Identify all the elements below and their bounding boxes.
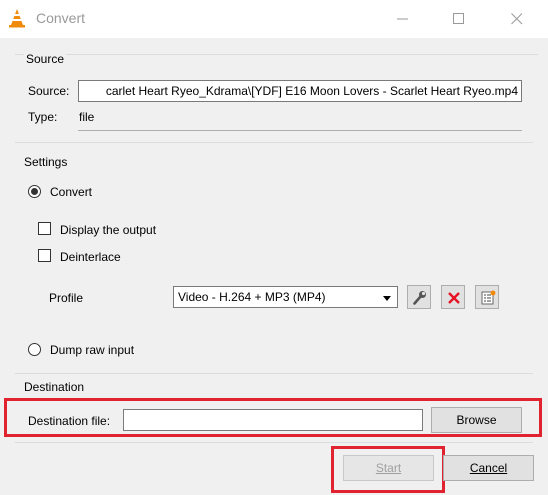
source-divider xyxy=(78,130,522,131)
profile-select[interactable]: Video - H.264 + MP3 (MP4) xyxy=(173,286,398,308)
convert-radio[interactable] xyxy=(28,185,41,198)
source-path-value: carlet Heart Ryeo_Kdrama\[YDF] E16 Moon … xyxy=(105,84,518,98)
destination-group-title: Destination xyxy=(24,380,85,394)
start-button-label: Start xyxy=(375,461,402,475)
destination-file-input[interactable] xyxy=(123,409,423,431)
destination-file-label: Destination file: xyxy=(28,414,111,428)
source-group-border xyxy=(15,54,538,55)
edit-profile-button[interactable] xyxy=(407,285,431,309)
profile-label: Profile xyxy=(49,291,84,305)
settings-separator xyxy=(15,142,533,143)
cancel-button[interactable]: Cancel xyxy=(443,455,534,481)
dump-raw-label: Dump raw input xyxy=(50,343,135,357)
close-button[interactable] xyxy=(494,0,540,38)
source-path-field[interactable]: carlet Heart Ryeo_Kdrama\[YDF] E16 Moon … xyxy=(78,80,522,102)
deinterlace-checkbox[interactable] xyxy=(38,249,51,262)
type-label: Type: xyxy=(28,110,58,124)
actions-separator xyxy=(15,442,533,443)
destination-separator xyxy=(15,373,533,374)
deinterlace-label: Deinterlace xyxy=(60,250,121,264)
maximize-button[interactable] xyxy=(436,0,482,38)
title-bar: Convert xyxy=(0,0,548,38)
cancel-button-label: Cancel xyxy=(469,461,508,475)
dump-raw-radio[interactable] xyxy=(28,343,41,356)
type-value: file xyxy=(79,110,95,124)
source-label: Source: xyxy=(28,84,70,98)
chevron-down-icon xyxy=(383,292,392,306)
minimize-button[interactable] xyxy=(380,0,426,38)
window-title: Convert xyxy=(36,10,86,26)
delete-profile-button[interactable] xyxy=(441,285,465,309)
profile-selected-value: Video - H.264 + MP3 (MP4) xyxy=(178,290,326,304)
browse-button[interactable]: Browse xyxy=(431,407,522,433)
convert-label: Convert xyxy=(50,185,93,199)
settings-group-title: Settings xyxy=(24,155,68,169)
start-button[interactable]: Start xyxy=(343,455,434,481)
new-profile-button[interactable] xyxy=(475,285,499,309)
display-output-label: Display the output xyxy=(60,223,157,237)
source-group-title: Source xyxy=(24,52,67,66)
vlc-cone-icon xyxy=(8,8,26,28)
display-output-checkbox[interactable] xyxy=(38,222,51,235)
